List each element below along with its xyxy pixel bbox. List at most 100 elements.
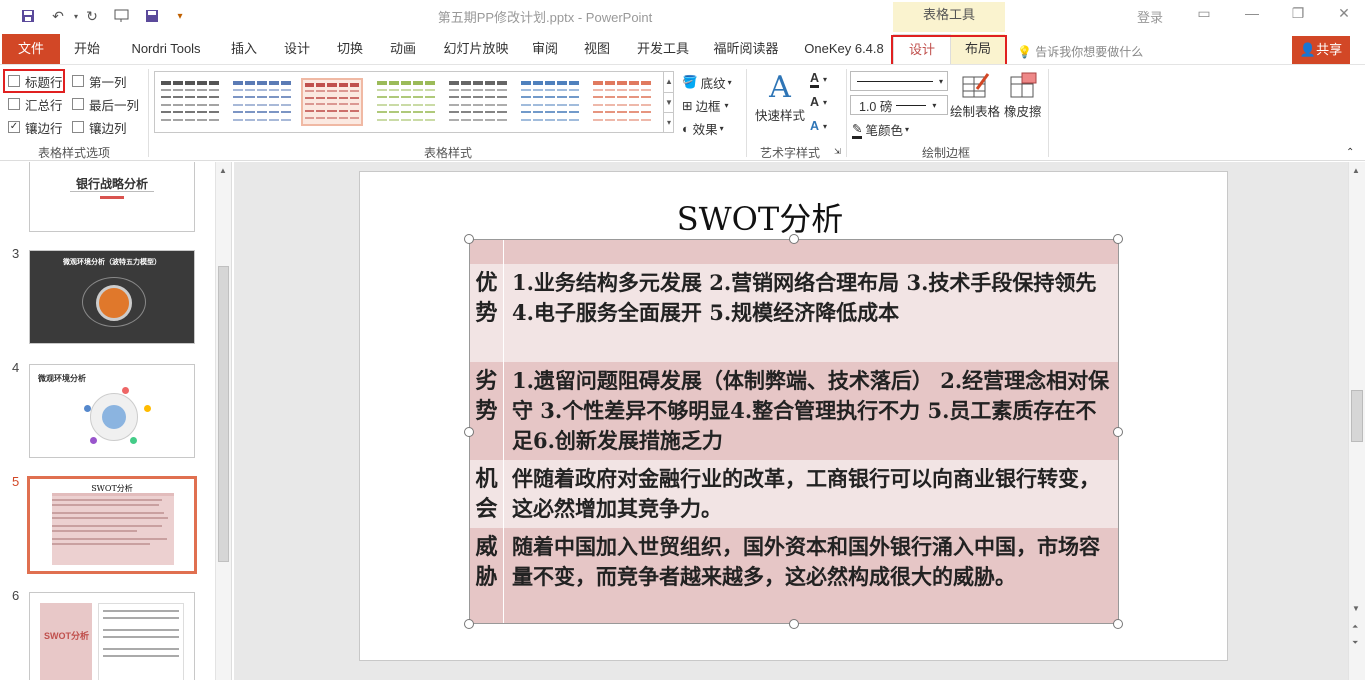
tell-me-search[interactable]: 💡 告诉我你想要做什么 [1017, 43, 1143, 60]
slide-thumbnail-pane: 银行战略分析 3 微观环境分析（波特五力模型） 4 微观环境分析 5 SWOT分… [0, 162, 232, 680]
tab-home[interactable]: 开始 [66, 34, 108, 64]
style-thumb-row [233, 111, 291, 115]
tab-design[interactable]: 设计 [280, 34, 314, 64]
banded-columns-checkbox[interactable]: 镶边列 [72, 118, 127, 136]
tab-transitions[interactable]: 切换 [332, 34, 368, 64]
table-row-opportunities[interactable]: 机会 伴随着政府对金融行业的改革，工商银行可以向商业银行转变，这必然增加其竞争力… [470, 460, 1118, 528]
ribbon-display-icon[interactable]: ▭ [1192, 5, 1216, 27]
table-style-options-group-label: 表格样式选项 [38, 146, 111, 160]
slide-thumbnail-selected[interactable]: SWOT分析 [27, 476, 197, 574]
eraser-button[interactable]: 橡皮擦 [1004, 71, 1042, 120]
total-row-checkbox[interactable]: 汇总行 [8, 95, 63, 113]
resize-handle[interactable] [789, 619, 799, 629]
scroll-down-icon[interactable]: ▼ [1352, 604, 1360, 613]
row-content-weaknesses[interactable]: 1.遗留问题阻碍发展（体制弊端、技术落后） 2.经营理念相对保守 3.个性差异不… [506, 362, 1116, 460]
tab-onekey[interactable]: OneKey 6.4.8 [798, 34, 890, 64]
scroll-up-icon[interactable]: ▲ [219, 166, 227, 175]
last-column-checkbox[interactable]: 最后一列 [72, 95, 139, 113]
row-label-weaknesses[interactable]: 劣势 [470, 362, 504, 460]
ribbon-body: 标题行 第一列 汇总行 最后一列 ✓ 镶边行 镶边列 表格样式选项 ▲ ▼ ▾ … [0, 64, 1365, 161]
tab-foxit-reader[interactable]: 福昕阅读器 [708, 34, 784, 64]
login-link[interactable]: 登录 [1137, 7, 1163, 26]
thumbnail-table [52, 493, 174, 565]
tab-nordri-tools[interactable]: Nordri Tools [122, 34, 210, 64]
tab-file[interactable]: 文件 [2, 34, 60, 64]
table-style-thumb[interactable] [375, 78, 437, 126]
minimize-icon[interactable]: — [1240, 5, 1264, 27]
scrollbar-thumb[interactable] [218, 266, 229, 562]
swot-table[interactable]: 优势 1.业务结构多元发展 2.营销网络合理布局 3.技术手段保持领先 4.电子… [469, 239, 1119, 624]
row-label-threats[interactable]: 威胁 [470, 528, 504, 623]
slide-thumbnail[interactable]: 微观环境分析（波特五力模型） [29, 250, 195, 344]
effects-button[interactable]: ◐ 效果 ▾ [682, 119, 724, 138]
table-cell[interactable] [506, 240, 1116, 264]
tab-view[interactable]: 视图 [580, 34, 614, 64]
pen-color-button[interactable]: ✎ 笔颜色 ▾ [852, 120, 909, 139]
row-content-threats[interactable]: 随着中国加入世贸组织，国外资本和国外银行涌入中国，市场容量不变，而竞争者越来越多… [506, 528, 1116, 623]
scroll-up-icon[interactable]: ▲ [1352, 166, 1360, 175]
gallery-scroll-down-icon[interactable]: ▼ [663, 92, 674, 112]
editor-scrollbar[interactable]: ▲ ▼ ⏶ ⏷ [1348, 162, 1365, 680]
close-icon[interactable]: ✕ [1332, 5, 1356, 27]
chevron-down-icon: ▾ [823, 121, 828, 131]
banded-rows-label: 镶边行 [25, 121, 63, 136]
dialog-launcher-icon[interactable]: ⇲ [834, 147, 841, 156]
slide-thumbnail[interactable]: SWOT分析 [29, 592, 195, 680]
resize-handle[interactable] [464, 427, 474, 437]
draw-table-button[interactable]: 绘制表格 [950, 71, 1000, 120]
header-row-checkbox[interactable]: 标题行 [8, 72, 63, 90]
shading-button[interactable]: 🪣 底纹 ▾ [682, 73, 732, 92]
table-cell[interactable] [470, 240, 504, 264]
slide-thumbnail[interactable]: 微观环境分析 [29, 364, 195, 458]
header-row-box [8, 75, 20, 87]
resize-handle[interactable] [1113, 234, 1123, 244]
next-slide-icon[interactable]: ⏷ [1352, 638, 1358, 648]
tab-slideshow[interactable]: 幻灯片放映 [438, 34, 514, 64]
slide-thumbnail[interactable]: 银行战略分析 [29, 162, 195, 232]
table-style-thumb[interactable] [447, 78, 509, 126]
row-content-strengths[interactable]: 1.业务结构多元发展 2.营销网络合理布局 3.技术手段保持领先 4.电子服务全… [506, 264, 1116, 362]
tab-insert[interactable]: 插入 [226, 34, 262, 64]
previous-slide-icon[interactable]: ⏶ [1352, 622, 1358, 632]
chevron-down-icon: ▾ [719, 124, 724, 133]
thumbnail-scrollbar[interactable]: ▲ [215, 162, 231, 680]
row-label-strengths[interactable]: 优势 [470, 264, 504, 362]
tab-developer[interactable]: 开发工具 [632, 34, 694, 64]
first-column-checkbox[interactable]: 第一列 [72, 72, 127, 90]
pen-weight-dropdown[interactable]: 1.0 磅 ▾ [850, 95, 948, 115]
gallery-more-icon[interactable]: ▾ [663, 112, 674, 132]
banded-rows-checkbox[interactable]: ✓ 镶边行 [8, 118, 63, 136]
scrollbar-thumb[interactable] [1351, 390, 1363, 442]
maximize-icon[interactable]: ❐ [1286, 5, 1310, 27]
table-style-thumb[interactable] [301, 78, 363, 126]
table-row-strengths[interactable]: 优势 1.业务结构多元发展 2.营销网络合理布局 3.技术手段保持领先 4.电子… [470, 264, 1118, 362]
gallery-scroll-up-icon[interactable]: ▲ [663, 72, 674, 92]
pen-style-dropdown[interactable]: ▾ [850, 71, 948, 91]
row-content-opportunities[interactable]: 伴随着政府对金融行业的改革，工商银行可以向商业银行转变，这必然增加其竞争力。 [506, 460, 1116, 528]
slide-editing-area: SWOT分析 优势 1.业务结构多元发展 2.营销网络合理布局 3.技术手段保持… [234, 162, 1348, 680]
row-label-opportunities[interactable]: 机会 [470, 460, 504, 528]
style-thumb-row [449, 118, 507, 123]
table-style-thumb[interactable] [231, 78, 293, 126]
share-button[interactable]: 👤共享 [1292, 36, 1350, 64]
table-style-thumb[interactable] [159, 78, 221, 126]
resize-handle[interactable] [464, 619, 474, 629]
borders-button[interactable]: ⊞ 边框 ▾ [682, 96, 729, 115]
slide-title[interactable]: SWOT分析 [360, 194, 1160, 240]
resize-handle[interactable] [464, 234, 474, 244]
collapse-ribbon-icon[interactable]: ⌃ [1346, 147, 1354, 158]
text-fill-button[interactable]: A ▾ [810, 71, 827, 88]
table-row-threats[interactable]: 威胁 随着中国加入世贸组织，国外资本和国外银行涌入中国，市场容量不变，而竞争者越… [470, 528, 1118, 623]
table-style-thumb[interactable] [519, 78, 581, 126]
table-style-thumb[interactable] [591, 78, 653, 126]
resize-handle[interactable] [1113, 619, 1123, 629]
text-outline-button[interactable]: A ▾ [810, 95, 827, 109]
resize-handle[interactable] [1113, 427, 1123, 437]
tab-animations[interactable]: 动画 [386, 34, 420, 64]
quick-styles-button[interactable]: A 快速样式 [754, 71, 806, 124]
row-label-char: 势 [475, 300, 498, 326]
resize-handle[interactable] [789, 234, 799, 244]
table-row-weaknesses[interactable]: 劣势 1.遗留问题阻碍发展（体制弊端、技术落后） 2.经营理念相对保守 3.个性… [470, 362, 1118, 460]
tab-review[interactable]: 审阅 [528, 34, 562, 64]
text-effects-button[interactable]: A ▾ [810, 119, 827, 133]
